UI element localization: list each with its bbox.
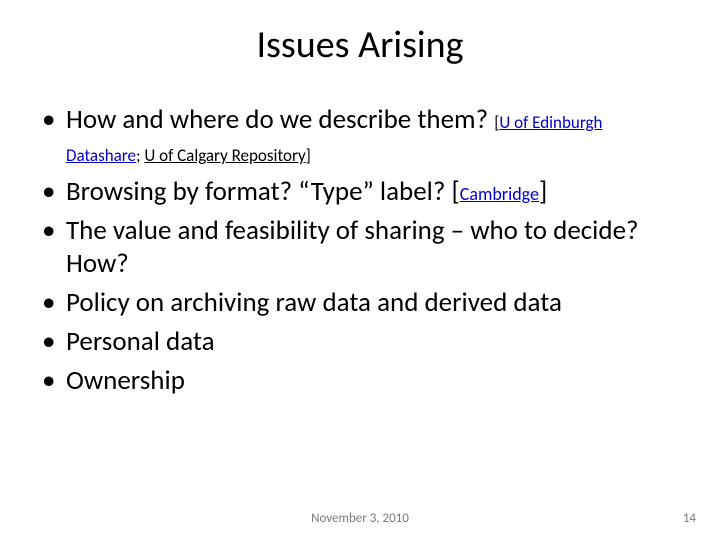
footer-page-number: 14 — [683, 511, 696, 526]
bullet-item-6: Ownership — [40, 365, 680, 398]
bullet-item-2: Browsing by format? “Type” label? [Cambr… — [40, 176, 680, 209]
link-calgary-repository: U of Calgary Repository — [144, 145, 305, 166]
bullet-2-post: ] — [539, 175, 547, 208]
bullet-2-pre: Browsing by format? “Type” label? [ — [66, 175, 460, 208]
bullet-item-4: Policy on archiving raw data and derived… — [40, 287, 680, 320]
bullet-1-ref-close: ] — [306, 145, 311, 166]
bullet-list: How and where do we describe them? [U of… — [40, 104, 680, 398]
footer-date: November 3, 2010 — [0, 511, 720, 526]
link-cambridge[interactable]: Cambridge — [460, 183, 539, 205]
bullet-item-5: Personal data — [40, 326, 680, 359]
bullet-1-text: How and where do we describe them? — [66, 103, 494, 136]
slide-title: Issues Arising — [0, 0, 720, 68]
bullet-item-1: How and where do we describe them? [U of… — [40, 104, 680, 170]
bullet-item-3: The value and feasibility of sharing – w… — [40, 215, 680, 281]
slide: Issues Arising How and where do we descr… — [0, 0, 720, 540]
